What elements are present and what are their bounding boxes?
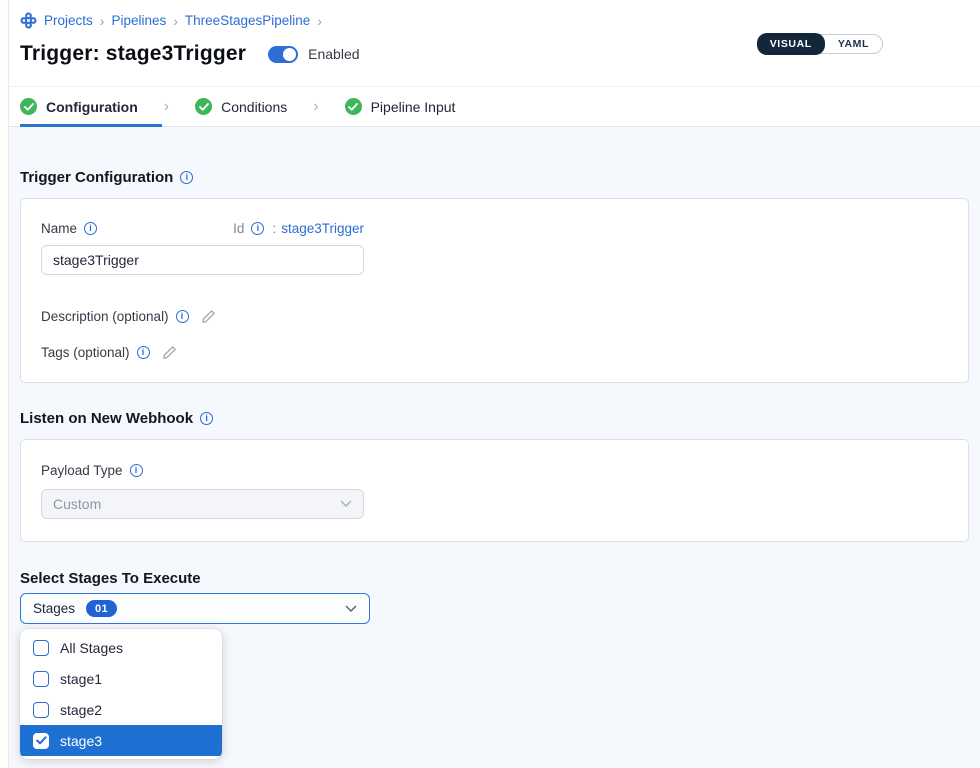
stages-multiselect[interactable]: Stages 01 (20, 593, 370, 624)
checkbox-unchecked-icon[interactable] (33, 671, 49, 687)
stage-option-stage3[interactable]: stage3 (20, 725, 222, 756)
option-label: stage2 (60, 702, 102, 718)
payload-type-select[interactable]: Custom (41, 489, 364, 519)
breadcrumb-link-pipelines[interactable]: Pipelines (111, 13, 166, 28)
app-window: Projects › Pipelines › ThreeStagesPipeli… (0, 0, 980, 768)
check-circle-icon (20, 98, 37, 115)
page-header: Projects › Pipelines › ThreeStagesPipeli… (9, 0, 980, 86)
tab-label: Conditions (221, 99, 287, 115)
edit-description-pencil-icon[interactable] (201, 309, 216, 324)
breadcrumb-separator: › (173, 13, 178, 29)
label-text: Payload Type (41, 463, 123, 478)
configuration-panel: Trigger Configuration i Name i Id i : st… (9, 127, 980, 768)
stage-option-all-stages[interactable]: All Stages (20, 632, 222, 663)
info-icon[interactable]: i (180, 171, 193, 184)
chevron-down-icon (340, 500, 352, 508)
visual-toggle-button[interactable]: VISUAL (757, 33, 825, 55)
checkbox-unchecked-icon[interactable] (33, 702, 49, 718)
main-panel: Projects › Pipelines › ThreeStagesPipeli… (9, 0, 980, 768)
info-icon[interactable]: i (200, 412, 213, 425)
toggle-knob (283, 48, 296, 61)
selected-count-badge: 01 (86, 600, 117, 617)
wizard-tabbar: Configuration › Conditions › Pipeline In… (9, 86, 980, 127)
enabled-label: Enabled (308, 46, 359, 62)
chevron-right-icon: › (164, 98, 169, 116)
tags-row: Tags (optional) i (41, 345, 948, 360)
checkbox-checked-icon[interactable] (33, 733, 49, 749)
heading-text: Listen on New Webhook (20, 410, 193, 427)
option-label: All Stages (60, 640, 123, 656)
left-gutter (0, 0, 9, 768)
stages-dropdown-menu: All Stages stage1 stage2 stage3 (20, 629, 222, 759)
name-label: Name i (41, 221, 97, 236)
breadcrumb-separator: › (317, 13, 322, 29)
check-circle-icon (345, 98, 362, 115)
select-stages-heading: Select Stages To Execute (20, 570, 969, 587)
check-circle-icon (195, 98, 212, 115)
webhook-heading: Listen on New Webhook i (20, 410, 969, 427)
option-label: stage1 (60, 671, 102, 687)
payload-type-value: Custom (53, 496, 101, 512)
info-icon[interactable]: i (84, 222, 97, 235)
chevron-down-icon (345, 605, 357, 613)
edit-tags-pencil-icon[interactable] (162, 345, 177, 360)
id-colon: : (272, 221, 276, 236)
heading-text: Select Stages To Execute (20, 570, 201, 587)
breadcrumb-separator: › (100, 13, 105, 29)
label-text: Tags (optional) (41, 345, 130, 360)
trigger-enabled-toggle[interactable] (268, 46, 298, 63)
tab-conditions[interactable]: Conditions (195, 87, 311, 126)
option-label: stage3 (60, 733, 102, 749)
info-icon[interactable]: i (176, 310, 189, 323)
id-label: Id (233, 221, 244, 236)
stage-option-stage2[interactable]: stage2 (20, 694, 222, 725)
description-label: Description (optional) i (41, 309, 189, 324)
trigger-name-input[interactable] (41, 245, 364, 275)
tab-label: Pipeline Input (371, 99, 456, 115)
visual-yaml-toggle: VISUAL YAML (757, 34, 883, 54)
heading-text: Trigger Configuration (20, 169, 173, 186)
label-text: Description (optional) (41, 309, 169, 324)
payload-type-label: Payload Type i (41, 463, 143, 478)
checkbox-unchecked-icon[interactable] (33, 640, 49, 656)
tab-pipeline-input[interactable]: Pipeline Input (345, 87, 480, 126)
trigger-configuration-heading: Trigger Configuration i (20, 169, 969, 186)
id-group: Id i : stage3Trigger (233, 221, 364, 236)
breadcrumb-link-projects[interactable]: Projects (44, 13, 93, 28)
tab-configuration[interactable]: Configuration (20, 87, 162, 126)
breadcrumb-link-pipeline-name[interactable]: ThreeStagesPipeline (185, 13, 310, 28)
id-value-link[interactable]: stage3Trigger (281, 221, 364, 236)
stage-option-stage1[interactable]: stage1 (20, 663, 222, 694)
webhook-card: Payload Type i Custom (20, 439, 969, 542)
page-title: Trigger: stage3Trigger (20, 42, 246, 66)
name-id-row: Name i Id i : stage3Trigger (41, 221, 364, 236)
tags-label: Tags (optional) i (41, 345, 150, 360)
breadcrumb: Projects › Pipelines › ThreeStagesPipeli… (20, 12, 964, 29)
label-text: Name (41, 221, 77, 236)
tab-label: Configuration (46, 99, 138, 115)
stages-select-label: Stages (33, 601, 75, 616)
info-icon[interactable]: i (130, 464, 143, 477)
harness-project-icon (20, 12, 37, 29)
trigger-configuration-card: Name i Id i : stage3Trigger Description … (20, 198, 969, 383)
yaml-toggle-button[interactable]: YAML (825, 34, 882, 54)
description-row: Description (optional) i (41, 309, 948, 324)
info-icon[interactable]: i (251, 222, 264, 235)
info-icon[interactable]: i (137, 346, 150, 359)
chevron-right-icon: › (313, 98, 318, 116)
